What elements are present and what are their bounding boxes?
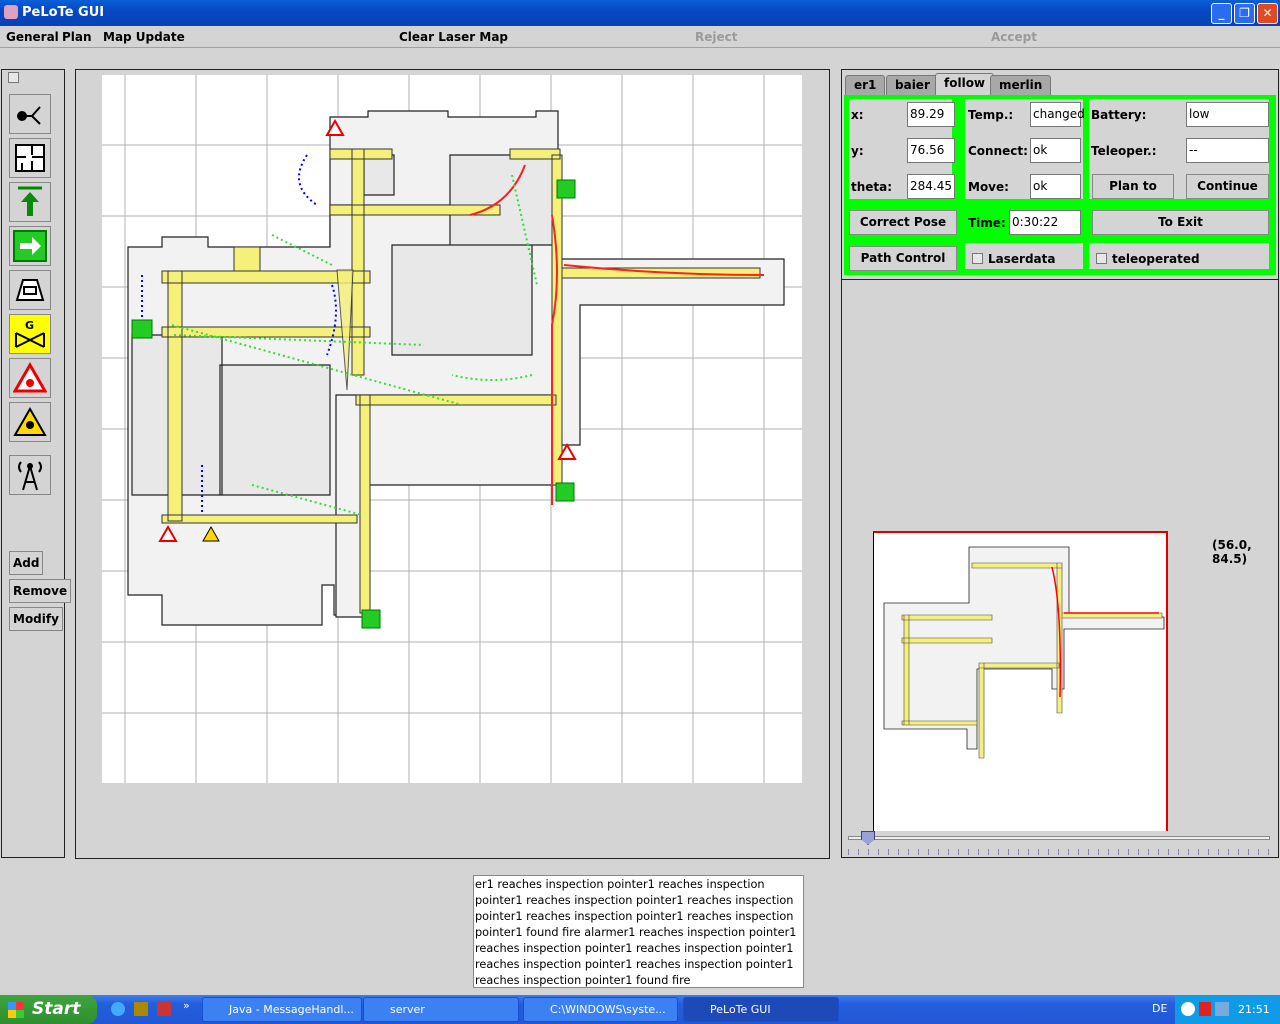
menu-bar: General Plan Map Update Clear Laser Map … (0, 26, 1280, 48)
system-tray: 21:51 (1175, 995, 1280, 1024)
restore-button[interactable]: ❐ (1234, 3, 1255, 24)
network-icon[interactable] (1215, 1002, 1229, 1016)
minimap[interactable] (873, 531, 1168, 831)
window-title: PeLoTe GUI (22, 5, 105, 20)
map-canvas[interactable] (102, 75, 802, 783)
slider-ticks (848, 849, 1270, 855)
move-field[interactable]: ok (1030, 174, 1081, 199)
menu-plan[interactable]: Plan (62, 30, 92, 44)
teleoperated-label: teleoperated (1112, 252, 1200, 266)
correct-pose-button[interactable]: Correct Pose (849, 210, 957, 235)
close-button[interactable]: ✕ (1257, 3, 1278, 24)
floor-plan (127, 110, 785, 626)
tray-expand-icon[interactable] (1181, 1002, 1195, 1016)
time-field[interactable]: 0:30:22 (1009, 210, 1081, 235)
tool-palette: G Add Remove Modify (1, 69, 72, 858)
windows-logo-icon (8, 1002, 24, 1018)
building-map (102, 75, 802, 783)
task-java[interactable]: Java - MessageHandl... (202, 997, 362, 1022)
temp-field[interactable]: changed (1030, 102, 1085, 127)
tab-baier[interactable]: baier (886, 75, 939, 95)
remove-button[interactable]: Remove (9, 579, 72, 603)
connect-label: Connect: (968, 144, 1028, 158)
start-label: Start (32, 999, 81, 1019)
x-label: x: (851, 108, 864, 122)
app-icon (4, 5, 18, 19)
floorplan-icon[interactable] (9, 138, 51, 178)
camera-icon[interactable] (9, 270, 51, 310)
quicklaunch-icon[interactable] (134, 1002, 148, 1016)
clock: 21:51 (1238, 1003, 1270, 1016)
security-icon[interactable] (1199, 1002, 1211, 1016)
temp-label: Temp.: (968, 108, 1014, 122)
ie-icon[interactable] (111, 1002, 125, 1016)
task-server[interactable]: server (363, 997, 519, 1022)
start-button[interactable]: Start (0, 995, 97, 1024)
laserdata-checkbox[interactable]: Laserdata (972, 252, 1055, 266)
fire-warning-icon[interactable] (9, 358, 51, 398)
language-indicator[interactable]: DE (1152, 1002, 1167, 1015)
palette-checkbox[interactable] (8, 72, 19, 83)
laserdata-label: Laserdata (988, 252, 1056, 266)
title-bar: PeLoTe GUI _ ❐ ✕ (0, 0, 1280, 26)
x-field[interactable]: 89.29 (907, 102, 955, 127)
teleop-field[interactable]: -- (1186, 138, 1269, 163)
svg-text:G: G (25, 319, 34, 332)
time-label: Time: (968, 216, 1006, 230)
battery-field[interactable]: low (1186, 102, 1269, 127)
menu-clear-laser-map[interactable]: Clear Laser Map (399, 30, 508, 44)
theta-field[interactable]: 284.45 (907, 174, 955, 199)
minimize-button[interactable]: _ (1211, 3, 1232, 24)
toxic-warning-icon[interactable] (9, 402, 51, 442)
tab-follow[interactable]: follow (935, 73, 995, 95)
arrow-up-exit-icon[interactable] (9, 182, 51, 222)
menu-reject[interactable]: Reject (695, 30, 737, 44)
theta-label: theta: (851, 180, 893, 194)
message-log[interactable]: er1 reaches inspection pointer1 reaches … (473, 875, 804, 988)
menu-map-update[interactable]: Map Update (103, 30, 185, 44)
zoom-slider-track[interactable] (848, 836, 1270, 840)
menu-accept[interactable]: Accept (991, 30, 1037, 44)
teleoperated-checkbox[interactable]: teleoperated (1096, 252, 1200, 266)
plan-to-button[interactable]: Plan to (1092, 174, 1174, 199)
task-pelote-gui[interactable]: PeLoTe GUI (683, 997, 839, 1022)
to-exit-button[interactable]: To Exit (1092, 210, 1269, 235)
move-label: Move: (968, 180, 1009, 194)
gas-valve-icon[interactable]: G (9, 314, 51, 354)
quicklaunch-chevron-icon[interactable]: » (183, 999, 190, 1012)
path-control-button[interactable]: Path Control (849, 246, 957, 271)
modify-button[interactable]: Modify (9, 607, 63, 631)
taskbar: Start » Java - MessageHandl... server C:… (0, 995, 1280, 1024)
tab-er1[interactable]: er1 (845, 75, 886, 95)
cursor-coordinates: (56.0, 84.5) (1212, 538, 1252, 566)
add-button[interactable]: Add (9, 551, 44, 575)
tab-merlin[interactable]: merlin (990, 75, 1052, 95)
arrow-right-exit-icon[interactable] (9, 226, 51, 266)
battery-label: Battery: (1091, 108, 1147, 122)
quicklaunch-icon-2[interactable] (157, 1002, 171, 1016)
y-field[interactable]: 76.56 (907, 138, 955, 163)
task-cmd[interactable]: C:\WINDOWS\syste... (523, 997, 678, 1022)
minimap-drawing (883, 546, 1165, 759)
menu-general[interactable]: General (6, 30, 59, 44)
radio-tower-icon[interactable] (9, 455, 51, 495)
connect-field[interactable]: ok (1030, 138, 1081, 163)
person-icon[interactable] (9, 94, 51, 134)
status-grid: x: 89.29 y: 76.56 theta: 284.45 Temp.: c… (844, 95, 1276, 275)
teleop-label: Teleoper.: (1091, 144, 1157, 158)
continue-button[interactable]: Continue (1186, 174, 1269, 199)
y-label: y: (851, 144, 864, 158)
